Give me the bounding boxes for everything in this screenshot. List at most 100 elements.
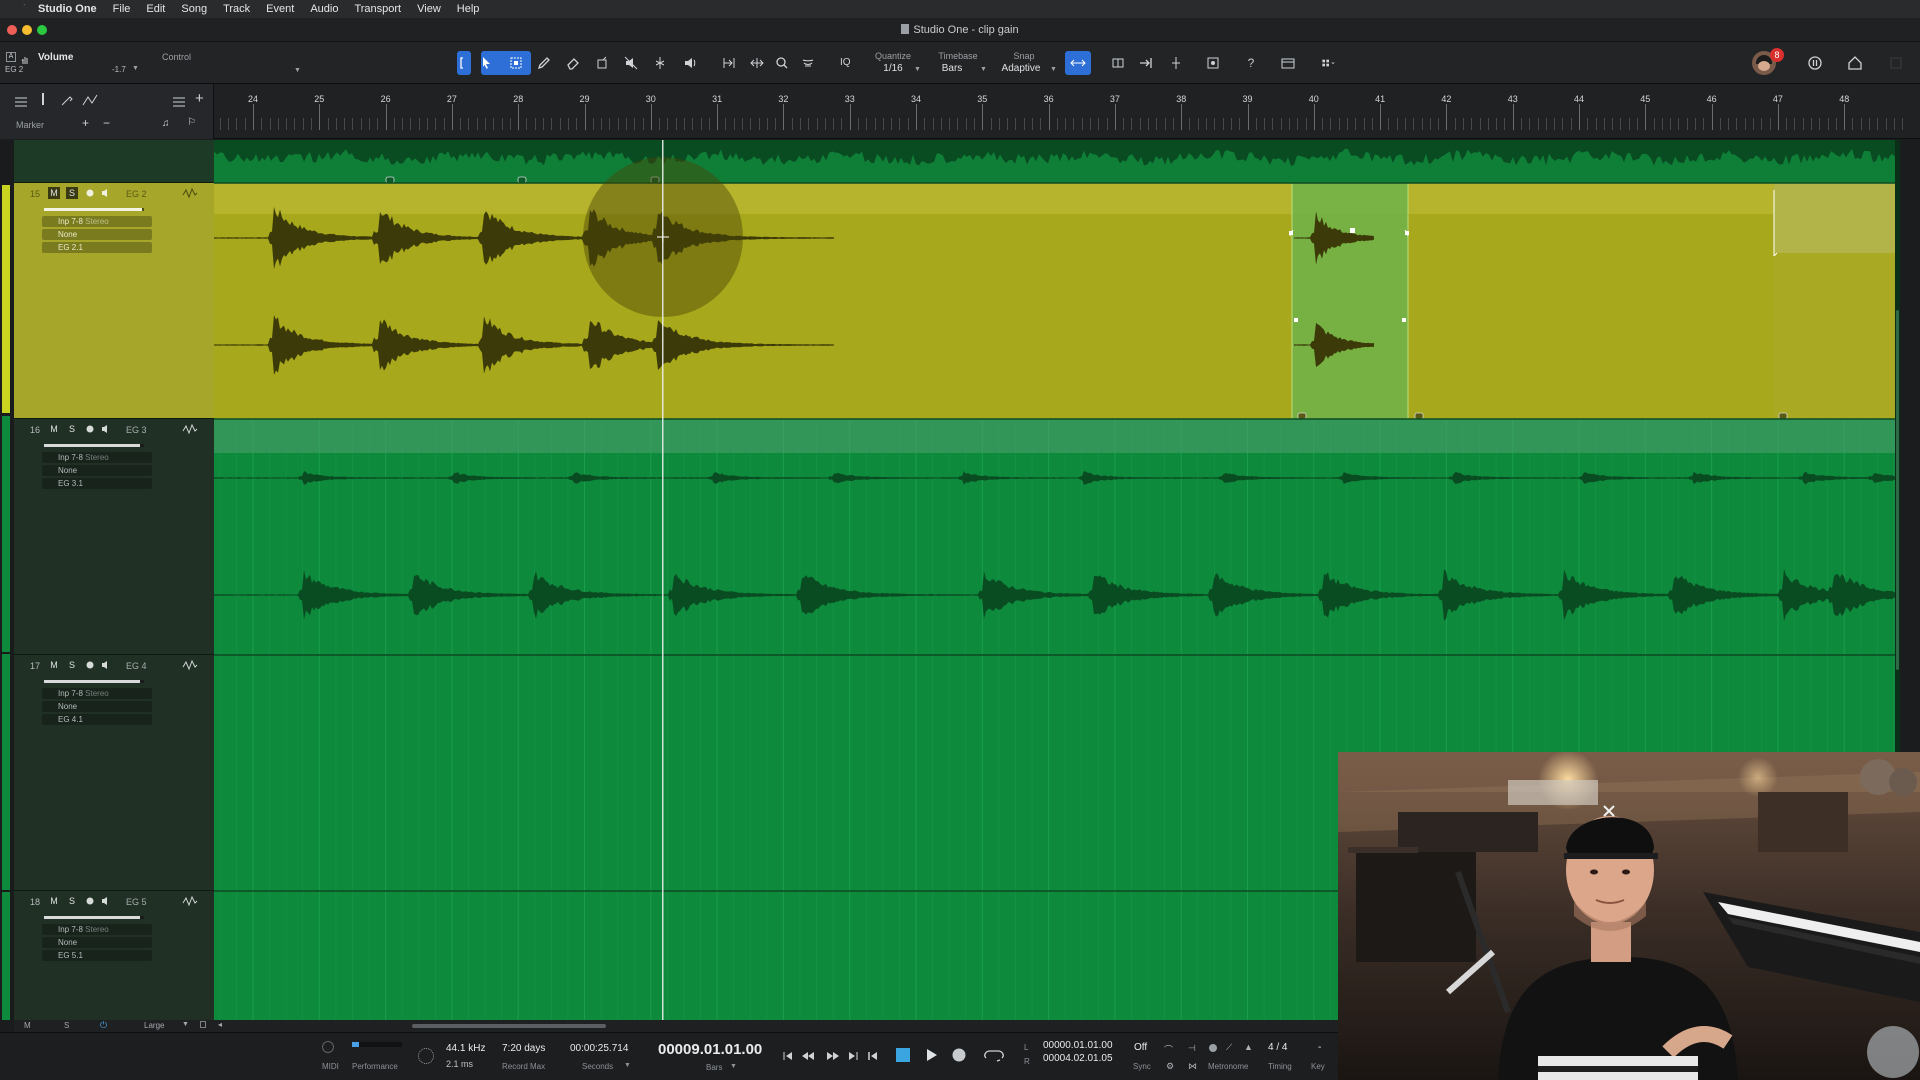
volume-fader[interactable] xyxy=(44,208,144,211)
sync-value[interactable]: Off xyxy=(1134,1042,1147,1053)
add-track-button[interactable]: + xyxy=(195,90,204,107)
track-name[interactable]: EG 3 xyxy=(126,425,147,435)
snap-value[interactable]: Adaptive xyxy=(996,63,1046,74)
monitor-speaker-icon[interactable] xyxy=(100,659,112,671)
gain-handle[interactable] xyxy=(1402,318,1406,322)
rewind-icon[interactable] xyxy=(799,1047,817,1065)
output-b-select[interactable]: EG 2.1 xyxy=(42,242,152,253)
track-header-eg2[interactable]: 15 M S EG 2 Inp 7-8 Stereo None EG 2.1 xyxy=(14,183,214,419)
position-display[interactable]: 00009.01.01.00 xyxy=(658,1041,762,1058)
arrow-tool-icon[interactable] xyxy=(474,52,498,74)
track-name[interactable]: EG 4 xyxy=(126,661,147,671)
inspector-value[interactable]: -1.7 xyxy=(112,65,126,74)
clip-gain-handle[interactable] xyxy=(1297,412,1307,420)
list-icon[interactable] xyxy=(200,1021,206,1028)
record-arm-icon[interactable] xyxy=(84,895,96,907)
marker-next-icon[interactable] xyxy=(844,1047,862,1065)
output-a-select[interactable]: None xyxy=(42,465,152,476)
midi-monitor-icon[interactable] xyxy=(322,1041,334,1053)
snap-dropdown-icon[interactable]: ▼ xyxy=(1050,66,1057,73)
gain-handle[interactable] xyxy=(1294,318,1298,322)
track-name[interactable]: EG 5 xyxy=(126,897,147,907)
menu-transport[interactable]: Transport xyxy=(354,3,401,15)
autoscroll-icon[interactable] xyxy=(1106,52,1130,74)
range-tool-icon[interactable] xyxy=(504,52,528,74)
solo-button[interactable]: S xyxy=(66,187,78,199)
global-solo-button[interactable]: S xyxy=(64,1021,69,1030)
monitor-speaker-icon[interactable] xyxy=(100,895,112,907)
app-menu[interactable]: Studio One xyxy=(38,3,97,15)
preroll-icon[interactable]: ⊣ xyxy=(1188,1043,1196,1054)
value-dropdown-icon[interactable]: ▼ xyxy=(132,65,139,72)
loop-button[interactable] xyxy=(982,1046,1006,1064)
horizontal-scrollbar[interactable] xyxy=(412,1024,606,1028)
timing-value[interactable]: 4 / 4 xyxy=(1268,1042,1287,1053)
quantize-value[interactable]: 1/16 xyxy=(872,63,914,74)
gain-handle[interactable] xyxy=(1350,228,1355,233)
timeline-ruler[interactable]: 24 25 26 27 28 29 30 31 32 33 34 35 36 37 38 39 40 41 42 43… xyxy=(214,84,1920,139)
zoom-tool-icon[interactable] xyxy=(770,52,794,74)
mute-button[interactable]: M xyxy=(48,895,60,907)
output-a-select[interactable]: None xyxy=(42,229,152,240)
tempo-note-icon[interactable]: ♫ xyxy=(162,118,170,129)
cursor-icon[interactable] xyxy=(42,93,44,105)
scroll-left-icon[interactable]: ◂ xyxy=(218,1020,222,1029)
return-to-zero-icon[interactable] xyxy=(864,1047,882,1065)
output-b-select[interactable]: EG 3.1 xyxy=(42,478,152,489)
output-b-select[interactable]: EG 4.1 xyxy=(42,714,152,725)
menu-edit[interactable]: Edit xyxy=(146,3,165,15)
global-mute-button[interactable]: M xyxy=(24,1021,31,1030)
menu-file[interactable]: File xyxy=(113,3,131,15)
selected-clip-eg2[interactable] xyxy=(214,183,1900,419)
track-name[interactable]: EG 2 xyxy=(126,189,147,199)
metronome-settings-icon[interactable]: ⟋ xyxy=(1226,1042,1232,1053)
automation-curve-icon[interactable] xyxy=(82,93,98,106)
input-select[interactable]: Inp 7-8 Stereo xyxy=(42,924,152,935)
clip-gain-handle[interactable] xyxy=(1778,412,1788,420)
input-select[interactable]: Inp 7-8 Stereo xyxy=(42,688,152,699)
loop-end[interactable]: 00004.02.01.05 xyxy=(1043,1053,1113,1064)
output-b-select[interactable]: EG 5.1 xyxy=(42,950,152,961)
snap-toggle-button[interactable] xyxy=(1065,51,1091,75)
waveform-icon[interactable] xyxy=(182,423,198,435)
paint-tool-icon[interactable] xyxy=(590,52,614,74)
help-button[interactable]: ? xyxy=(1239,52,1263,74)
monitor-speaker-icon[interactable] xyxy=(100,423,112,435)
menu-icon[interactable] xyxy=(14,94,28,107)
iq-button[interactable]: IQ xyxy=(840,57,851,68)
output-a-select[interactable]: None xyxy=(42,701,152,712)
listen-tool-icon[interactable] xyxy=(678,52,702,74)
input-select[interactable]: Inp 7-8 Stereo xyxy=(42,452,152,463)
solo-button[interactable]: S xyxy=(66,423,78,435)
video-icon[interactable] xyxy=(1276,52,1300,74)
track-header-eg5[interactable]: 18 M S EG 5 Inp 7-8 Stereo None EG 5.1 xyxy=(14,891,214,1020)
volume-fader[interactable] xyxy=(44,680,144,683)
track-header-eg3[interactable]: 16 M S EG 3 Inp 7-8 Stereo None EG 3.1 xyxy=(14,419,214,655)
solo-button[interactable]: S xyxy=(66,659,78,671)
seconds-dropdown-icon[interactable]: ▼ xyxy=(624,1062,631,1069)
menu-song[interactable]: Song xyxy=(181,3,207,15)
menu-event[interactable]: Event xyxy=(266,3,294,15)
waveform-icon[interactable] xyxy=(182,187,198,199)
loop-start[interactable]: 00000.01.01.00 xyxy=(1043,1040,1113,1051)
clip-gain-handle[interactable] xyxy=(385,176,395,184)
size-dropdown-icon[interactable]: ▼ xyxy=(182,1021,189,1028)
mute-button[interactable]: M xyxy=(48,659,60,671)
track-header-partial[interactable] xyxy=(14,140,214,183)
monitor-speaker-icon[interactable] xyxy=(100,187,112,199)
bend-icon[interactable] xyxy=(745,52,769,74)
track-list-menu-icon[interactable] xyxy=(172,94,186,107)
settings-gear-icon[interactable]: ⚙ xyxy=(1166,1061,1174,1072)
range-bracket-icon[interactable] xyxy=(452,52,476,74)
volume-fader[interactable] xyxy=(44,916,144,919)
playhead[interactable] xyxy=(662,140,664,1020)
home-icon[interactable] xyxy=(1843,52,1867,74)
play-button[interactable] xyxy=(922,1046,940,1064)
eraser-tool-icon[interactable] xyxy=(561,52,585,74)
scissors-icon[interactable] xyxy=(796,52,820,74)
waveform-icon[interactable] xyxy=(182,659,198,671)
solo-button[interactable]: S xyxy=(66,895,78,907)
audio-engine-icon[interactable] xyxy=(418,1048,434,1064)
autopunch-icon[interactable]: ⋈ xyxy=(1188,1061,1197,1072)
record-button[interactable] xyxy=(950,1046,968,1064)
